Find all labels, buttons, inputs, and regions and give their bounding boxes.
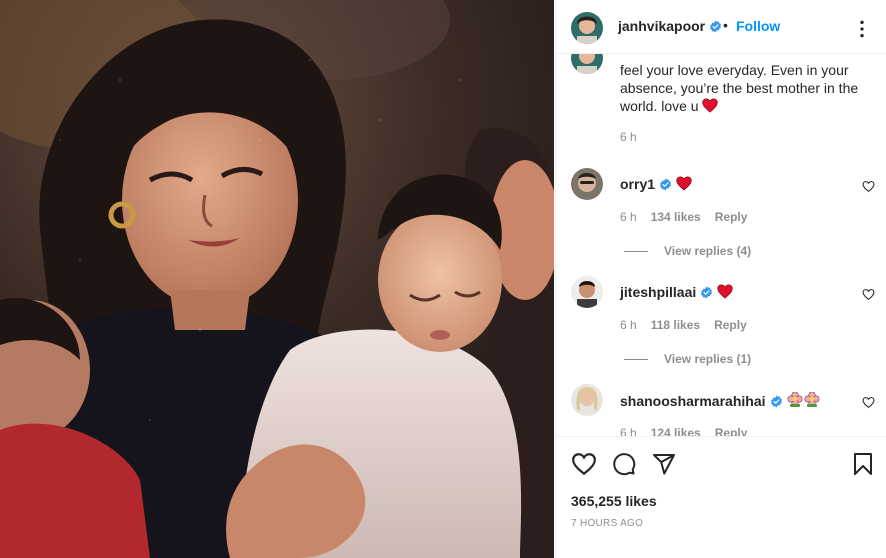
author-username[interactable]: janhvikapoor: [618, 18, 705, 34]
commenter-avatar[interactable]: [571, 168, 603, 200]
commenter-avatar[interactable]: [571, 276, 603, 308]
comment-timestamp[interactable]: 6 h: [620, 318, 637, 332]
caption-text: feel your love everyday. Even in your ab…: [620, 61, 870, 115]
like-comment-heart-icon[interactable]: [862, 180, 875, 193]
author-avatar[interactable]: [571, 12, 603, 44]
view-replies-label[interactable]: View replies (4): [664, 244, 751, 258]
caption-body: feel your love everyday. Even in your ab…: [620, 62, 859, 114]
like-comment-heart-icon[interactable]: [862, 396, 875, 409]
commenter-avatar[interactable]: [571, 384, 603, 416]
replies-divider-line: [624, 358, 648, 360]
post-timestamp[interactable]: 7 HOURS AGO: [571, 518, 643, 529]
like-heart-icon[interactable]: [571, 452, 597, 476]
comment-meta: 6 h 124 likes Reply: [620, 426, 747, 436]
caption-timestamp[interactable]: 6 h: [620, 130, 637, 144]
comment-likes-count[interactable]: 124 likes: [651, 426, 701, 436]
comment-meta: 6 h 134 likes Reply: [620, 210, 747, 224]
reply-button[interactable]: Reply: [715, 210, 748, 224]
header-separator-dot: •: [723, 17, 728, 33]
comment-meta: 6 h 118 likes Reply: [620, 318, 747, 332]
verified-badge-icon: [710, 20, 722, 33]
family-photo-image: [0, 0, 554, 558]
view-replies-button[interactable]: View replies (4): [624, 244, 751, 258]
commenter-username[interactable]: orry1: [620, 176, 655, 192]
comment-item: orry1 6 h 134 likes Reply View replies (…: [556, 168, 886, 276]
blossom-flowers-emoji-icon: [787, 392, 820, 407]
comment-likes-count[interactable]: 118 likes: [651, 318, 700, 332]
commenter-username-row: jiteshpillaai: [620, 284, 733, 300]
comment-item: jiteshpillaai 6 h 118 likes Reply View r…: [556, 276, 886, 384]
comment-timestamp[interactable]: 6 h: [620, 426, 637, 436]
post-details-panel: janhvikapoor • Follow feel your love eve…: [555, 0, 886, 558]
commenter-username[interactable]: jiteshpillaai: [620, 284, 696, 300]
post-header: janhvikapoor • Follow: [556, 0, 886, 54]
comment-item: shanoosharmarahihai 6 h 124 likes Reply: [556, 384, 886, 436]
red-heart-emoji-icon: [701, 98, 718, 113]
replies-divider-line: [624, 250, 648, 252]
post-actions-bar: 365,255 likes 7 HOURS AGO: [556, 436, 886, 558]
comment-timestamp[interactable]: 6 h: [620, 210, 637, 224]
red-heart-emoji-icon: [676, 176, 692, 191]
more-options-icon[interactable]: [852, 19, 872, 39]
share-paper-plane-icon[interactable]: [652, 452, 676, 476]
commenter-username-row: shanoosharmarahihai: [620, 392, 821, 409]
verified-badge-icon: [660, 178, 671, 191]
comment-likes-count[interactable]: 134 likes: [651, 210, 701, 224]
caption-author-avatar[interactable]: [571, 54, 603, 74]
verified-badge-icon: [770, 395, 782, 408]
view-replies-button[interactable]: View replies (1): [624, 352, 751, 366]
reply-button[interactable]: Reply: [714, 318, 747, 332]
commenter-username-row: orry1: [620, 176, 692, 192]
comments-list[interactable]: feel your love everyday. Even in your ab…: [556, 54, 886, 436]
follow-button[interactable]: Follow: [736, 18, 780, 34]
author-username-link[interactable]: janhvikapoor: [618, 18, 722, 34]
verified-badge-icon: [701, 286, 713, 299]
red-heart-emoji-icon: [717, 284, 733, 299]
save-bookmark-icon[interactable]: [853, 452, 873, 476]
commenter-username[interactable]: shanoosharmarahihai: [620, 393, 766, 409]
like-comment-heart-icon[interactable]: [862, 288, 875, 301]
post-photo[interactable]: [0, 0, 554, 558]
view-replies-label[interactable]: View replies (1): [664, 352, 751, 366]
comment-bubble-icon[interactable]: [612, 452, 636, 476]
post-likes-count[interactable]: 365,255 likes: [571, 493, 657, 509]
reply-button[interactable]: Reply: [715, 426, 748, 436]
